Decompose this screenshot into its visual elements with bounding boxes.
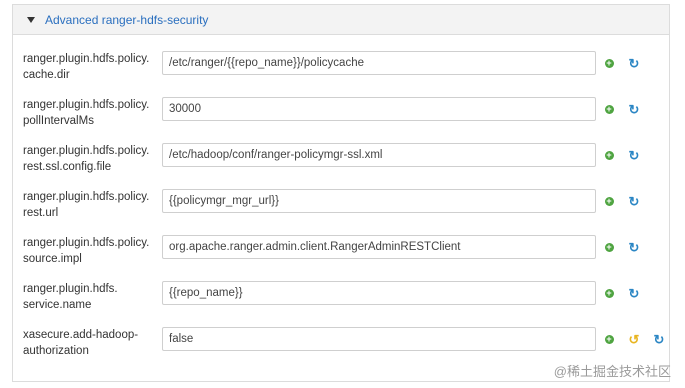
refresh-icon[interactable]: ↻ — [627, 194, 641, 208]
config-row: ranger.plugin.hdfs.policy. rest.ssl.conf… — [13, 141, 669, 181]
add-override-icon[interactable]: + — [602, 286, 616, 300]
refresh-icon[interactable]: ↻ — [627, 102, 641, 116]
property-label: ranger.plugin.hdfs.policy. rest.url — [23, 189, 158, 221]
property-label: xasecure.add-hadoop- authorization — [23, 327, 158, 359]
caret-down-icon[interactable] — [27, 17, 35, 23]
section-header[interactable]: Advanced ranger-hdfs-security — [13, 5, 669, 35]
section-title[interactable]: Advanced ranger-hdfs-security — [45, 13, 208, 27]
config-row: ranger.plugin.hdfs.policy. source.impl +… — [13, 233, 669, 273]
config-row: ranger.plugin.hdfs.policy. cache.dir + ↻ — [13, 49, 669, 89]
property-label-line2: source.impl — [23, 253, 82, 265]
property-label-line1: ranger.plugin.hdfs.policy. — [23, 99, 150, 111]
property-value-input[interactable] — [162, 143, 596, 167]
property-label-line2: rest.url — [23, 207, 59, 219]
add-override-icon[interactable]: + — [602, 240, 616, 254]
add-override-icon[interactable]: + — [602, 148, 616, 162]
property-label: ranger.plugin.hdfs. service.name — [23, 281, 158, 313]
refresh-icon[interactable]: ↻ — [627, 56, 641, 70]
add-override-icon[interactable]: + — [602, 194, 616, 208]
undo-icon[interactable]: ↺ — [627, 332, 641, 346]
property-label-line2: pollIntervalMs — [23, 115, 94, 127]
refresh-icon[interactable]: ↻ — [627, 148, 641, 162]
add-override-icon[interactable]: + — [602, 332, 616, 346]
config-row: xasecure.add-hadoop- authorization + ↺ ↻ — [13, 325, 669, 365]
property-label-line1: ranger.plugin.hdfs. — [23, 283, 118, 295]
property-label: ranger.plugin.hdfs.policy. pollIntervalM… — [23, 97, 158, 129]
property-label-line2: authorization — [23, 345, 89, 357]
property-label-line2: cache.dir — [23, 69, 70, 81]
property-label-line1: ranger.plugin.hdfs.policy. — [23, 237, 150, 249]
property-label: ranger.plugin.hdfs.policy. cache.dir — [23, 51, 158, 83]
property-label-line1: ranger.plugin.hdfs.policy. — [23, 191, 150, 203]
property-label-line1: ranger.plugin.hdfs.policy. — [23, 53, 150, 65]
property-label-line1: ranger.plugin.hdfs.policy. — [23, 145, 150, 157]
property-value-input[interactable] — [162, 97, 596, 121]
config-section-panel: Advanced ranger-hdfs-security ranger.plu… — [12, 4, 670, 382]
config-row: ranger.plugin.hdfs. service.name + ↻ — [13, 279, 669, 319]
property-label-line1: xasecure.add-hadoop- — [23, 329, 139, 341]
refresh-icon[interactable]: ↻ — [627, 240, 641, 254]
property-label: ranger.plugin.hdfs.policy. rest.ssl.conf… — [23, 143, 158, 175]
property-value-input[interactable] — [162, 327, 596, 351]
refresh-icon[interactable]: ↻ — [627, 286, 641, 300]
refresh-icon[interactable]: ↻ — [652, 332, 666, 346]
property-value-input[interactable] — [162, 189, 596, 213]
property-value-input[interactable] — [162, 281, 596, 305]
property-label: ranger.plugin.hdfs.policy. source.impl — [23, 235, 158, 267]
property-label-line2: rest.ssl.config.file — [23, 161, 112, 173]
watermark: @稀土掘金技术社区 — [553, 364, 671, 379]
add-override-icon[interactable]: + — [602, 56, 616, 70]
property-value-input[interactable] — [162, 51, 596, 75]
config-row: ranger.plugin.hdfs.policy. pollIntervalM… — [13, 95, 669, 135]
config-row: ranger.plugin.hdfs.policy. rest.url + ↻ — [13, 187, 669, 227]
property-label-line2: service.name — [23, 299, 92, 311]
property-value-input[interactable] — [162, 235, 596, 259]
add-override-icon[interactable]: + — [602, 102, 616, 116]
